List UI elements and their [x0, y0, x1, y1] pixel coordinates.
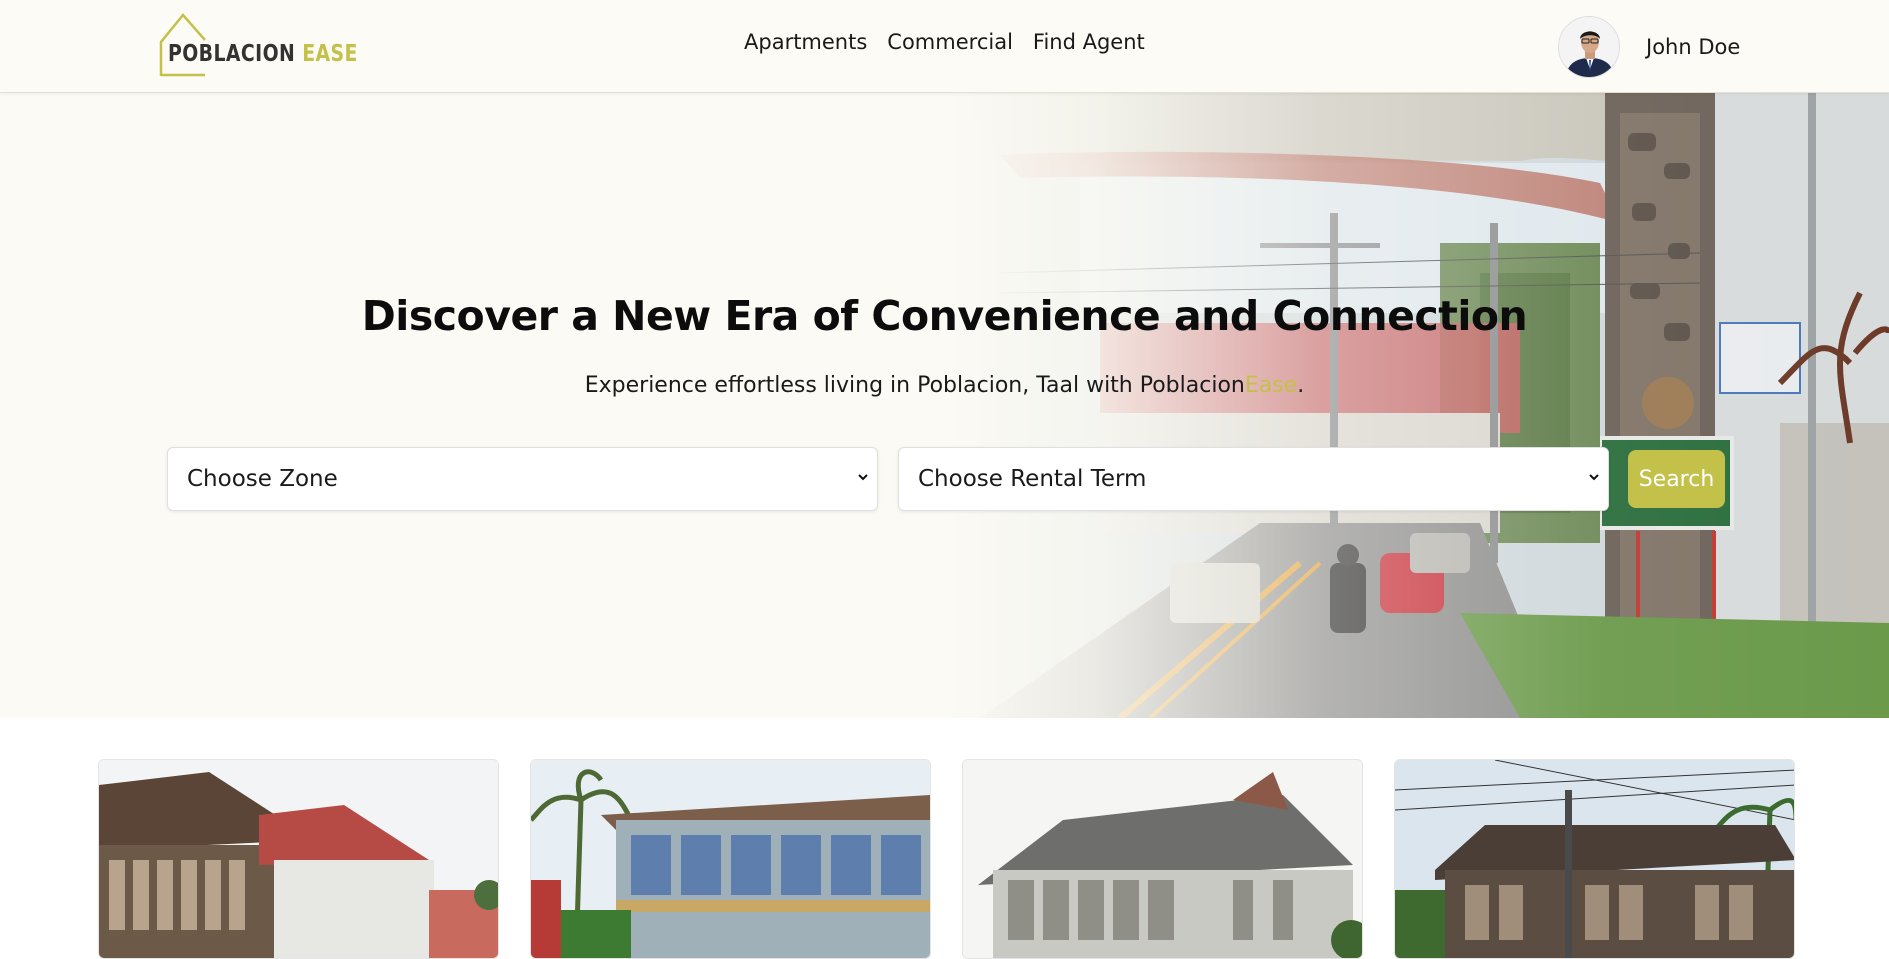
chevron-down-icon — [858, 474, 868, 481]
hero-section: Discover a New Era of Convenience and Co… — [0, 93, 1889, 718]
heritage-house-photo — [1395, 760, 1794, 958]
nav-link-find-agent[interactable]: Find Agent — [1033, 30, 1145, 54]
zone-select[interactable]: Choose Zone — [167, 447, 878, 511]
listing-cards — [0, 718, 1889, 959]
hero-title: Discover a New Era of Convenience and Co… — [361, 292, 1528, 340]
user-avatar-icon — [1559, 17, 1619, 77]
listing-card[interactable] — [98, 759, 499, 959]
rental-term-select-value: Choose Rental Term — [918, 466, 1147, 492]
brand-logo[interactable]: POBLACION EASE — [158, 12, 357, 78]
brand-name-part2: EASE — [302, 41, 358, 67]
nav-link-commercial[interactable]: Commercial — [887, 30, 1013, 54]
hero-subtitle: Experience effortless living in Poblacio… — [0, 373, 1889, 398]
chevron-down-icon — [1589, 474, 1599, 481]
heritage-house-photo — [963, 760, 1362, 958]
nav-link-apartments[interactable]: Apartments — [744, 30, 867, 54]
top-navbar: POBLACION EASE Apartments Commercial Fin… — [0, 0, 1889, 93]
user-menu[interactable]: John Doe — [1558, 16, 1740, 78]
hero-subtitle-suffix: . — [1297, 373, 1305, 398]
heritage-house-photo — [531, 760, 930, 958]
hero-overlay — [0, 93, 1889, 718]
search-button[interactable]: Search — [1628, 450, 1725, 508]
listing-card[interactable] — [1394, 759, 1795, 959]
heritage-house-photo — [99, 760, 498, 958]
hero-subtitle-text: Experience effortless living in Poblacio… — [584, 373, 1245, 398]
listing-card[interactable] — [962, 759, 1363, 959]
user-name[interactable]: John Doe — [1646, 35, 1740, 59]
rental-term-select[interactable]: Choose Rental Term — [898, 447, 1609, 511]
brand-name-part1: POBLACION — [168, 41, 296, 67]
main-nav: Apartments Commercial Find Agent — [744, 30, 1145, 54]
listing-card[interactable] — [530, 759, 931, 959]
zone-select-value: Choose Zone — [187, 466, 338, 492]
brand-wordmark: POBLACION EASE — [168, 41, 358, 67]
avatar[interactable] — [1558, 16, 1620, 78]
hero-subtitle-accent: Ease — [1244, 373, 1298, 398]
